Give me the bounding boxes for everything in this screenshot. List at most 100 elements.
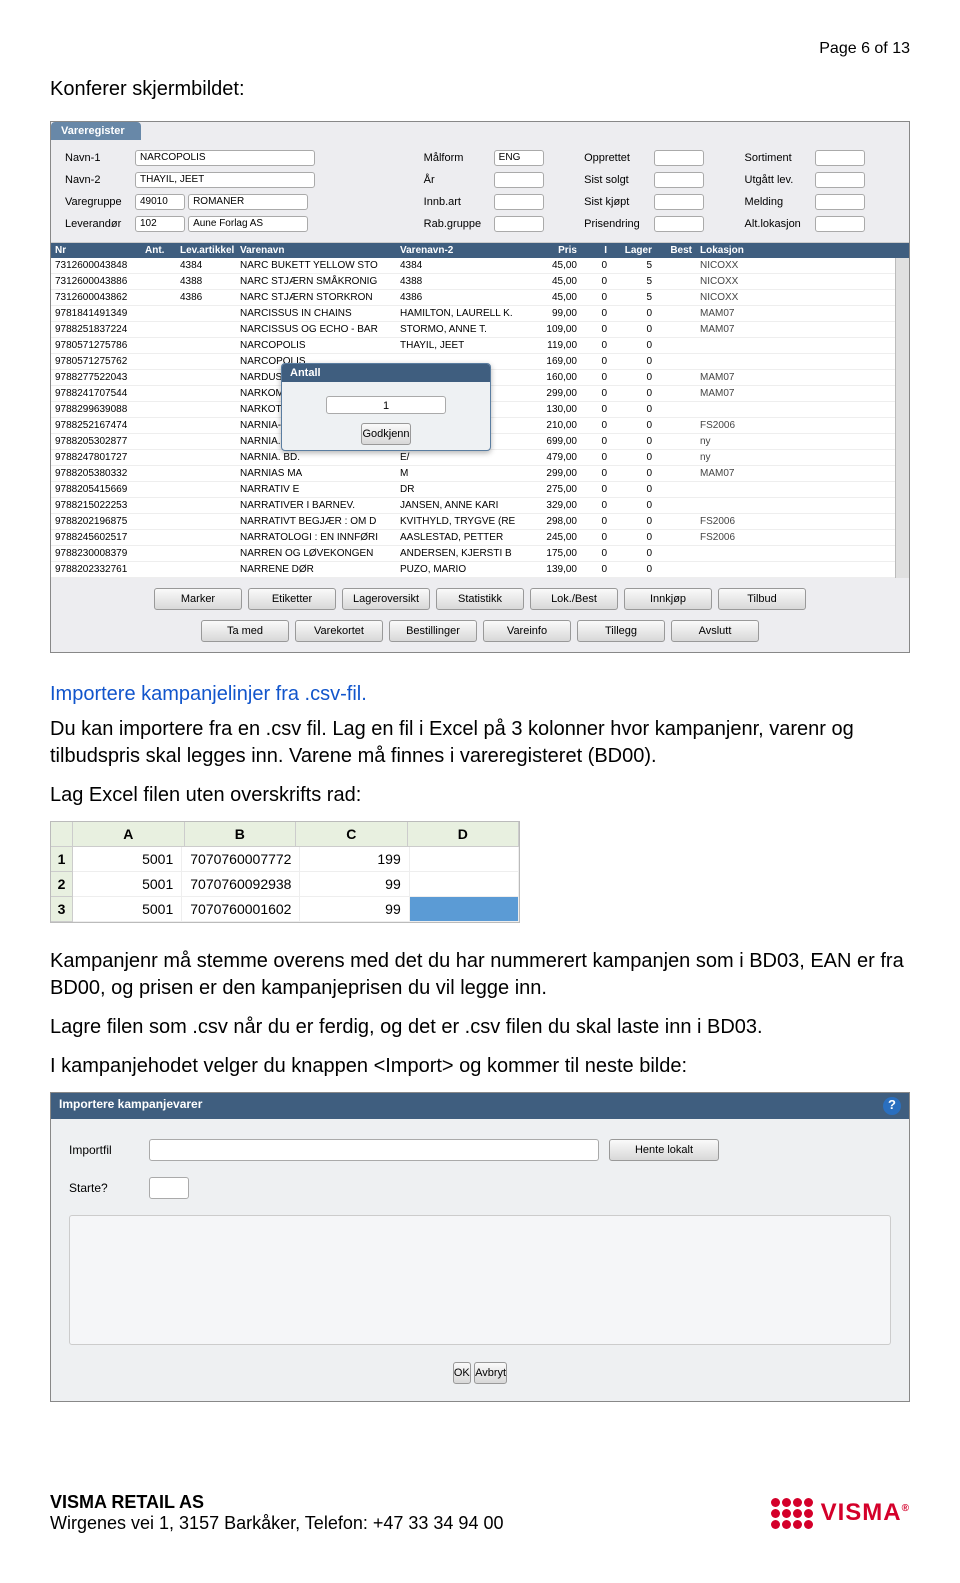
paragraph-1: Du kan importere fra en .csv fil. Lag en… xyxy=(50,716,910,770)
input-navn2[interactable]: THAYIL, JEET xyxy=(135,172,315,188)
excel-col-c: C xyxy=(296,822,408,847)
grid-body: Antall 1 Godkjenn 73126000438484384NARC … xyxy=(51,258,909,578)
bestillinger-button[interactable]: Bestillinger xyxy=(389,620,477,642)
lbl-leverandor: Leverandør xyxy=(61,214,129,234)
tilbud-button[interactable]: Tilbud xyxy=(718,588,806,610)
footer-company: VISMA RETAIL AS xyxy=(50,1492,204,1512)
ok-button[interactable]: OK xyxy=(453,1362,471,1384)
input-innbart[interactable] xyxy=(494,194,544,210)
lbl-altlok: Alt.lokasjon xyxy=(741,214,809,234)
button-row-2: Ta med Varekortet Bestillinger Vareinfo Till… xyxy=(51,620,909,652)
lbl-rabgruppe: Rab.gruppe xyxy=(420,214,488,234)
lbl-melding: Melding xyxy=(741,192,809,212)
lbl-utgattlev: Utgått lev. xyxy=(741,170,809,190)
lbl-opprettet: Opprettet xyxy=(580,148,648,168)
lbl-malform: Målform xyxy=(420,148,488,168)
input-prisendring[interactable] xyxy=(654,216,704,232)
input-malform[interactable]: ENG xyxy=(494,150,544,166)
excel-col-b: B xyxy=(185,822,297,847)
input-lev-code[interactable]: 102 xyxy=(135,216,185,232)
paragraph-2: Lag Excel filen uten overskrifts rad: xyxy=(50,782,910,809)
section-title-import: Importere kampanjelinjer fra .csv-fil. xyxy=(50,683,910,706)
lageroversikt-button[interactable]: Lageroversikt xyxy=(342,588,430,610)
input-melding[interactable] xyxy=(815,194,865,210)
lbl-sortiment: Sortiment xyxy=(741,148,809,168)
popup-ok-button[interactable]: Godkjenn xyxy=(361,423,410,445)
antall-popup: Antall 1 Godkjenn xyxy=(281,363,491,451)
table-row[interactable]: 73126000438484384NARC BUKETT YELLOW STO4… xyxy=(51,258,909,274)
lbl-sistsolgt: Sist solgt xyxy=(580,170,648,190)
etiketter-button[interactable]: Etiketter xyxy=(248,588,336,610)
import-dialog-screenshot: Importere kampanjevarer Importfil Hente … xyxy=(50,1092,910,1402)
popup-title: Antall xyxy=(282,364,490,382)
table-row[interactable]: 9780571275786NARCOPOLISTHAYIL, JEET119,0… xyxy=(51,338,909,354)
excel-row: 25001707076009293899 xyxy=(51,872,519,897)
paragraph-4: Lagre filen som .csv når du er ferdig, o… xyxy=(50,1014,910,1041)
input-sistsolgt[interactable] xyxy=(654,172,704,188)
table-row[interactable]: 9781841491349NARCISSUS IN CHAINSHAMILTON… xyxy=(51,306,909,322)
popup-input[interactable]: 1 xyxy=(326,396,446,414)
input-altlok[interactable] xyxy=(815,216,865,232)
table-row[interactable]: 9788202332761NARRENE DØRPUZO, MARIO139,0… xyxy=(51,562,909,578)
lbl-importfil: Importfil xyxy=(69,1143,139,1157)
tillegg-button[interactable]: Tillegg xyxy=(577,620,665,642)
input-opprettet[interactable] xyxy=(654,150,704,166)
avbryt-button[interactable]: Avbryt xyxy=(474,1362,507,1384)
dialog-output-panel xyxy=(69,1215,891,1345)
vareregister-tab[interactable]: Vareregister xyxy=(51,122,141,140)
input-utgattlev[interactable] xyxy=(815,172,865,188)
table-row[interactable]: 73126000438624386NARC STJÆRN STORKRON438… xyxy=(51,290,909,306)
input-ar[interactable] xyxy=(494,172,544,188)
lbl-ar: År xyxy=(420,170,488,190)
input-vg-code[interactable]: 49010 xyxy=(135,194,185,210)
visma-dots-icon xyxy=(771,1498,815,1529)
table-row[interactable]: 9788247801727NARNIA. BD.E/479,0000ny xyxy=(51,450,909,466)
lbl-prisendring: Prisendring xyxy=(580,214,648,234)
statistikk-button[interactable]: Statistikk xyxy=(436,588,524,610)
excel-col-d: D xyxy=(408,822,520,847)
lbl-starte: Starte? xyxy=(69,1181,139,1195)
input-rabgruppe[interactable] xyxy=(494,216,544,232)
input-sortiment[interactable] xyxy=(815,150,865,166)
vareinfo-button[interactable]: Vareinfo xyxy=(483,620,571,642)
innkjp-button[interactable]: Innkjøp xyxy=(624,588,712,610)
avslutt-button[interactable]: Avslutt xyxy=(671,620,759,642)
tamed-button[interactable]: Ta med xyxy=(201,620,289,642)
lbl-sistkjopt: Sist kjøpt xyxy=(580,192,648,212)
lbl-navn2: Navn-2 xyxy=(61,170,129,190)
input-vg-name[interactable]: ROMANER xyxy=(188,194,308,210)
table-row[interactable]: 9788251837224NARCISSUS OG ECHO - BARSTOR… xyxy=(51,322,909,338)
excel-screenshot: A B C D 15001707076000777219925001707076… xyxy=(50,821,520,923)
button-row-1: Marker Etiketter Lageroversikt Statistikk Lo… xyxy=(51,578,909,620)
input-sistkjopt[interactable] xyxy=(654,194,704,210)
hente-lokalt-button[interactable]: Hente lokalt xyxy=(609,1139,719,1161)
lbl-navn1: Navn-1 xyxy=(61,148,129,168)
table-row[interactable]: 9788245602517NARRATOLOGI : EN INNFØRIAAS… xyxy=(51,530,909,546)
excel-row: 35001707076000160299 xyxy=(51,897,519,922)
input-starte[interactable] xyxy=(149,1177,189,1199)
input-navn1[interactable]: NARCOPOLIS xyxy=(135,150,315,166)
dialog-title: Importere kampanjevarer xyxy=(59,1097,202,1115)
help-icon[interactable] xyxy=(883,1097,901,1115)
excel-row: 150017070760007772199 xyxy=(51,847,519,872)
marker-button[interactable]: Marker xyxy=(154,588,242,610)
table-row[interactable]: 9788215022253NARRATIVER I BARNEV.JANSEN,… xyxy=(51,498,909,514)
table-row[interactable]: 9788202196875NARRATIVT BEGJÆR : OM DKVIT… xyxy=(51,514,909,530)
grid-scrollbar[interactable] xyxy=(895,258,909,578)
input-importfil[interactable] xyxy=(149,1139,599,1161)
table-row[interactable]: 9788230008379NARREN OG LØVEKONGENANDERSE… xyxy=(51,546,909,562)
lbl-innbart: Innb.art xyxy=(420,192,488,212)
input-lev-name[interactable]: Aune Forlag AS xyxy=(188,216,308,232)
varekortet-button[interactable]: Varekortet xyxy=(295,620,383,642)
heading-konferer: Konferer skjermbildet: xyxy=(50,78,910,101)
grid-header: Nr Ant. Lev.artikkel Varenavn Varenavn-2… xyxy=(51,243,909,258)
excel-col-a: A xyxy=(73,822,185,847)
lokbest-button[interactable]: Lok./Best xyxy=(530,588,618,610)
page-number: Page 6 of 13 xyxy=(50,40,910,58)
footer-address: Wirgenes vei 1, 3157 Barkåker, Telefon: … xyxy=(50,1513,503,1533)
lbl-varegruppe: Varegruppe xyxy=(61,192,129,212)
table-row[interactable]: 73126000438864388NARC STJÆRN SMÅKRONIG43… xyxy=(51,274,909,290)
table-row[interactable]: 9788205380332NARNIAS MAM299,0000MAM07 xyxy=(51,466,909,482)
table-row[interactable]: 9788205415669NARRATIV EDR275,0000 xyxy=(51,482,909,498)
vareregister-screenshot: Vareregister Navn-1 NARCOPOLIS Målform E… xyxy=(50,121,910,653)
